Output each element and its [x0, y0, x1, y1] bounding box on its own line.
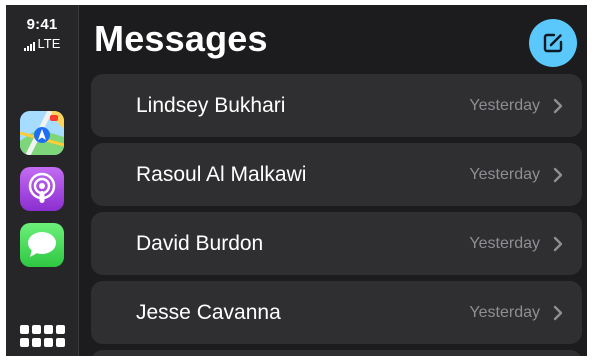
conversation-row[interactable]: Lindsey Bukhari Yesterday [91, 74, 582, 137]
timestamp: Yesterday [469, 96, 540, 114]
compose-icon [543, 33, 563, 53]
contact-name: Jesse Cavanna [136, 300, 281, 324]
chevron-right-icon [553, 167, 563, 182]
conversation-row-partial[interactable] [91, 350, 582, 356]
contact-name: Lindsey Bukhari [136, 93, 286, 117]
conversation-row[interactable]: David Burdon Yesterday [91, 212, 582, 275]
page-title: Messages [94, 18, 268, 59]
chevron-right-icon [553, 236, 563, 251]
messages-icon[interactable] [20, 223, 64, 267]
status-time: 9:41 [26, 16, 58, 33]
compose-button[interactable] [529, 19, 577, 67]
conversation-row[interactable]: Jesse Cavanna Yesterday [91, 281, 582, 344]
timestamp: Yesterday [469, 303, 540, 321]
network-label: LTE [37, 36, 61, 51]
carplay-screen: 9:41 LTE Messages Lindsey Bukhari Yester… [6, 5, 587, 356]
contact-name: Rasoul Al Malkawi [136, 162, 307, 186]
podcasts-icon[interactable] [20, 167, 64, 211]
timestamp: Yesterday [469, 234, 540, 252]
chevron-right-icon [553, 98, 563, 113]
app-grid-icon[interactable] [19, 323, 65, 349]
conversation-row[interactable]: Rasoul Al Malkawi Yesterday [91, 143, 582, 206]
status-network: LTE [12, 36, 72, 51]
contact-name: David Burdon [136, 231, 264, 255]
dock: 9:41 LTE [6, 5, 79, 356]
chevron-right-icon [553, 305, 563, 320]
signal-bars-icon [23, 40, 35, 51]
timestamp: Yesterday [469, 165, 540, 183]
maps-icon[interactable] [20, 111, 64, 155]
